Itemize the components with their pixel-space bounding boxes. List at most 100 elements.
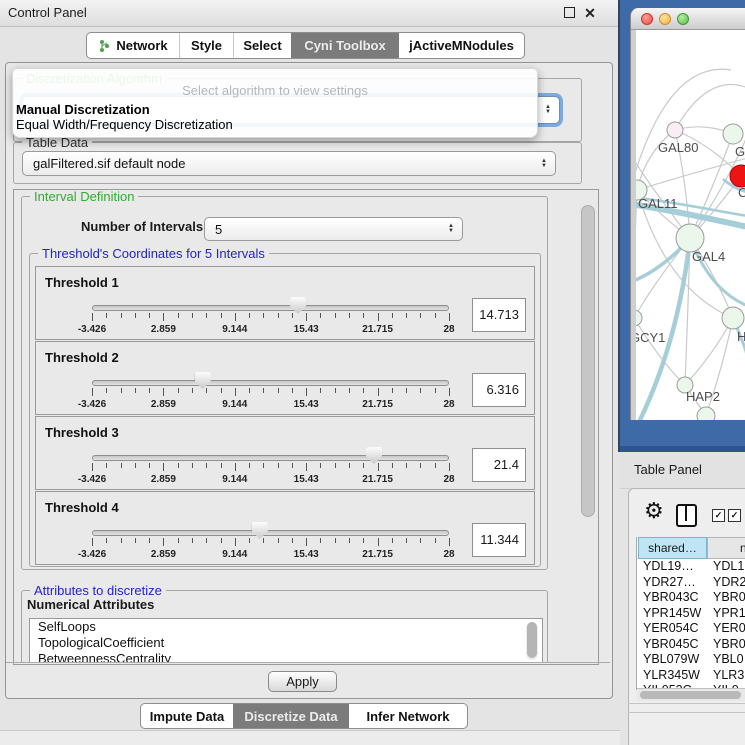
cell-shared-name: YBR043C: [643, 590, 699, 606]
tab-impute-data[interactable]: Impute Data: [141, 704, 233, 728]
divider: [628, 712, 745, 713]
tick-label: 9.144: [222, 324, 247, 335]
tick-label: 21.715: [362, 399, 393, 410]
threshold-panel-3: Threshold 3-3.4262.8599.14415.4321.71528…: [35, 416, 535, 490]
slider-thumb[interactable]: [290, 297, 306, 314]
table-row[interactable]: YLR345WYLR3: [638, 668, 745, 684]
minor-tick: [420, 313, 421, 318]
minor-tick: [320, 463, 321, 468]
zoom-traffic-light-icon[interactable]: [677, 13, 689, 25]
list-item[interactable]: TopologicalCoefficient: [30, 635, 542, 651]
cell-shared-name: YDR27…: [643, 575, 696, 591]
network-node-gal80[interactable]: [667, 122, 683, 138]
network-edge[interactable]: [637, 130, 675, 190]
network-edge[interactable]: [675, 85, 745, 130]
tab-jactivemnodules[interactable]: jActiveMNodules: [398, 33, 524, 58]
table-column-header-shared[interactable]: shared…: [638, 537, 707, 559]
table-data-combobox[interactable]: galFiltered.sif default node ▲▼: [22, 151, 556, 176]
major-tick: [306, 388, 307, 396]
table-row[interactable]: YDL19…YDL1: [638, 559, 745, 575]
minor-tick: [263, 388, 264, 393]
list-item[interactable]: BetweennessCentrality: [30, 651, 542, 662]
network-node-gal4[interactable]: [676, 224, 704, 252]
apply-button[interactable]: Apply: [268, 671, 337, 692]
threshold-panel-1: Threshold 1-3.4262.8599.14415.4321.71528…: [35, 266, 535, 340]
dropdown-item-manual-discretization[interactable]: Manual Discretization: [16, 102, 150, 117]
tab-select[interactable]: Select: [233, 33, 291, 58]
minor-tick: [349, 313, 350, 318]
close-icon[interactable]: ✕: [583, 6, 597, 20]
minor-tick: [121, 538, 122, 543]
table-horizontal-scrollbar[interactable]: [637, 688, 745, 701]
minor-tick: [406, 388, 407, 393]
tab-network[interactable]: Network: [87, 33, 179, 58]
minor-tick: [192, 538, 193, 543]
table-column-header-name[interactable]: n: [707, 537, 745, 559]
tab-cyni-toolbox[interactable]: Cyni Toolbox: [291, 33, 398, 58]
slider-thumb[interactable]: [366, 447, 382, 464]
close-traffic-light-icon[interactable]: [641, 13, 653, 25]
cell-name: YDR2: [713, 575, 745, 591]
table-row[interactable]: YPR145WYPR1: [638, 606, 745, 622]
minor-tick: [249, 463, 250, 468]
minor-tick: [206, 388, 207, 393]
network-node-label: HAP2: [686, 389, 720, 404]
number-of-intervals-combobox[interactable]: 5 ▲▼: [204, 217, 463, 241]
network-node-g[interactable]: [723, 124, 743, 144]
columns-icon[interactable]: [676, 504, 697, 527]
gear-icon[interactable]: ⚙: [644, 498, 664, 524]
table-row[interactable]: YBR045CYBR0: [638, 637, 745, 653]
network-view-canvas[interactable]: GAL80GCGAL11GAL4GCY1HHAP2: [636, 30, 745, 420]
checkbox-icon[interactable]: ✓: [712, 509, 725, 522]
dropdown-item-equal-width-frequency[interactable]: Equal Width/Frequency Discretization: [16, 117, 233, 132]
table-row[interactable]: YER054CYER0: [638, 621, 745, 637]
cell-shared-name: YPR145W: [643, 606, 701, 622]
minor-tick: [335, 313, 336, 318]
minor-tick: [149, 538, 150, 543]
tab-style[interactable]: Style: [179, 33, 233, 58]
list-item[interactable]: SelfLoops: [30, 619, 542, 635]
numerical-attributes-list[interactable]: SelfLoopsTopologicalCoefficientBetweenne…: [29, 618, 543, 662]
major-tick: [92, 388, 93, 396]
checkbox-icon[interactable]: ✓: [728, 509, 741, 522]
float-window-icon[interactable]: [562, 6, 576, 20]
major-tick: [235, 463, 236, 471]
minor-tick: [249, 538, 250, 543]
slider-track[interactable]: [92, 530, 449, 536]
minor-tick: [420, 538, 421, 543]
tab-discretize-data[interactable]: Discretize Data: [233, 704, 348, 728]
threshold-value-field[interactable]: 11.344: [472, 523, 526, 557]
slider-thumb[interactable]: [252, 522, 268, 539]
slider-track[interactable]: [92, 305, 449, 311]
minor-tick: [349, 463, 350, 468]
scrollbar-thumb[interactable]: [640, 691, 741, 699]
threshold-value-field[interactable]: 21.4: [472, 448, 526, 482]
tick-label: 21.715: [362, 549, 393, 560]
network-node-h[interactable]: [722, 307, 744, 329]
table-row[interactable]: YBR043CYBR0: [638, 590, 745, 606]
slider-thumb[interactable]: [195, 372, 211, 389]
threshold-value-field[interactable]: 6.316: [472, 373, 526, 407]
tick-label: 2.859: [151, 549, 176, 560]
minor-tick: [178, 388, 179, 393]
minor-tick: [392, 538, 393, 543]
attributes-list-scrollbar[interactable]: [526, 622, 538, 660]
network-window-titlebar[interactable]: [631, 8, 745, 30]
network-edge[interactable]: [636, 190, 637, 318]
major-tick: [92, 463, 93, 471]
table-row[interactable]: YBL079WYBL0: [638, 652, 745, 668]
minimize-traffic-light-icon[interactable]: [659, 13, 671, 25]
network-node-gcy1[interactable]: [636, 310, 642, 326]
major-tick: [449, 313, 450, 321]
table-row[interactable]: YDR27… YDR2: [638, 575, 745, 591]
tab-infer-network[interactable]: Infer Network: [348, 704, 467, 728]
minor-tick: [106, 538, 107, 543]
network-node[interactable]: [697, 407, 715, 420]
tick-label: 15.43: [294, 549, 319, 560]
slider-track[interactable]: [92, 380, 449, 386]
threshold-value-field[interactable]: 14.713: [472, 298, 526, 332]
slider-track[interactable]: [92, 455, 449, 461]
settings-vertical-scrollbar[interactable]: [578, 191, 596, 661]
scrollbar-thumb[interactable]: [581, 205, 595, 517]
control-panel-tabs: NetworkStyleSelectCyni ToolboxjActiveMNo…: [86, 32, 525, 59]
